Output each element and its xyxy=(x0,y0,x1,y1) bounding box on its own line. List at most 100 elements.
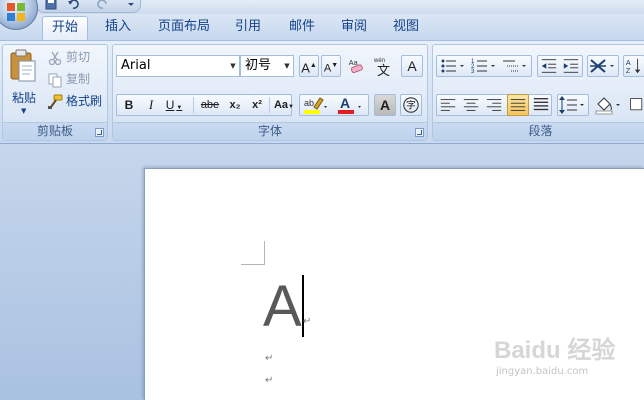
distributed-button[interactable] xyxy=(530,94,552,116)
superscript-button[interactable]: x² xyxy=(246,94,268,116)
font-group: Arial ▼ 初号 ▼ A▲ A▼ Aa wén 文 A B I U ▼ ab… xyxy=(112,44,428,141)
font-size-dropdown-icon[interactable]: ▼ xyxy=(281,56,293,76)
justify-button[interactable] xyxy=(507,94,529,116)
justify-icon xyxy=(510,99,526,111)
phonetic-guide-icon: wén 文 xyxy=(373,58,390,79)
tab-insert[interactable]: 插入 xyxy=(96,16,140,40)
paragraph-group: 1 2 3 A Z 段落 xyxy=(432,44,644,141)
borders-icon xyxy=(630,98,643,111)
undo-icon[interactable] xyxy=(67,0,79,10)
font-size-value: 初号 xyxy=(245,58,272,73)
format-painter-button[interactable]: 格式刷 xyxy=(47,91,102,111)
cut-button[interactable]: 剪切 xyxy=(47,47,90,67)
save-icon[interactable] xyxy=(45,0,57,10)
margin-corner-mark xyxy=(241,241,265,265)
customize-qat-icon[interactable] xyxy=(125,0,137,10)
line-spacing-button[interactable] xyxy=(557,94,589,116)
line-spacing-icon xyxy=(559,96,584,114)
grow-font-button[interactable]: A▲ xyxy=(299,55,319,77)
quick-access-toolbar xyxy=(36,0,141,13)
format-painter-label: 格式刷 xyxy=(66,94,103,108)
increase-indent-button[interactable] xyxy=(560,55,582,77)
paragraph-mark-icon: ↵ xyxy=(303,316,312,327)
subscript-button[interactable]: x₂ xyxy=(224,94,246,116)
tab-view[interactable]: 视图 xyxy=(384,16,428,40)
sort-button[interactable]: A Z xyxy=(623,55,644,77)
highlight-button[interactable]: ab xyxy=(301,94,331,116)
multilevel-list-button[interactable] xyxy=(500,55,530,77)
enclose-characters-button[interactable]: 字 xyxy=(400,94,422,116)
paste-button[interactable]: 粘贴 ▼ xyxy=(7,49,39,119)
shrink-font-button[interactable]: A▼ xyxy=(321,55,341,77)
font-group-label: 字体 xyxy=(113,122,427,140)
svg-text:A: A xyxy=(340,95,350,111)
align-left-button[interactable] xyxy=(437,94,459,116)
ribbon-tabs: 开始 插入 页面布局 引用 邮件 审阅 视图 xyxy=(0,14,644,41)
change-case-label: Aa xyxy=(273,99,289,111)
svg-text:文: 文 xyxy=(377,64,390,77)
format-painter-icon xyxy=(48,94,63,109)
paint-bucket-icon xyxy=(595,97,620,115)
font-name-combo[interactable]: Arial ▼ xyxy=(116,55,240,77)
grow-font-label: A xyxy=(301,60,310,76)
clipboard-group-label: 剪贴板 xyxy=(3,122,107,140)
paste-icon xyxy=(10,49,36,82)
change-case-dropdown-icon[interactable]: ▼ xyxy=(288,104,294,110)
watermark-url: jingyan.baidu.com xyxy=(496,366,589,377)
font-dialog-launcher-icon[interactable] xyxy=(415,128,424,137)
shading-button[interactable] xyxy=(593,94,625,116)
borders-button[interactable] xyxy=(627,94,644,116)
tab-references[interactable]: 引用 xyxy=(226,16,270,40)
clear-formatting-button[interactable]: Aa xyxy=(345,55,367,77)
text-cursor xyxy=(302,275,304,337)
numbering-icon: 1 2 3 xyxy=(471,59,495,75)
paste-label: 粘贴 xyxy=(11,91,36,105)
separator xyxy=(193,97,194,113)
phonetic-guide-button[interactable]: wén 文 xyxy=(371,54,397,79)
paste-dropdown-icon[interactable]: ▼ xyxy=(21,107,26,115)
change-case-button[interactable]: Aa▼ xyxy=(271,94,297,116)
multilevel-list-icon xyxy=(503,60,526,72)
cut-label: 剪切 xyxy=(66,50,91,64)
align-right-button[interactable] xyxy=(483,94,505,116)
bullets-icon xyxy=(441,59,464,73)
watermark-text: Baidu 经验 xyxy=(494,337,616,364)
font-name-value: Arial xyxy=(121,58,151,73)
align-left-icon xyxy=(440,99,456,111)
font-color-bar xyxy=(338,110,354,114)
copy-button[interactable]: 复制 xyxy=(47,69,90,89)
copy-icon xyxy=(48,73,62,87)
document-text[interactable]: A xyxy=(263,271,302,343)
underline-button[interactable]: U ▼ xyxy=(162,94,186,116)
italic-button[interactable]: I xyxy=(140,94,162,116)
strikethrough-button[interactable]: abe xyxy=(197,94,223,116)
character-shading-button[interactable]: A xyxy=(374,94,396,116)
distributed-icon xyxy=(533,98,549,111)
enclose-characters-icon: 字 xyxy=(403,97,419,113)
paragraph-mark-icon: ↵ xyxy=(265,353,274,364)
align-center-button[interactable] xyxy=(460,94,482,116)
numbering-button[interactable]: 1 2 3 xyxy=(469,55,499,77)
paragraph-mark-icon: ↵ xyxy=(265,375,274,386)
font-size-combo[interactable]: 初号 ▼ xyxy=(240,55,294,77)
tab-home[interactable]: 开始 xyxy=(42,16,88,41)
underline-label: U xyxy=(165,98,175,112)
redo-icon[interactable] xyxy=(97,0,109,10)
increase-indent-icon xyxy=(563,59,579,73)
svg-text:字: 字 xyxy=(406,99,416,112)
bullets-button[interactable] xyxy=(438,55,468,77)
highlight-color-bar xyxy=(304,110,320,114)
asian-layout-button[interactable] xyxy=(587,55,619,77)
tab-review[interactable]: 审阅 xyxy=(332,16,376,40)
tab-mailings[interactable]: 邮件 xyxy=(280,16,324,40)
font-name-dropdown-icon[interactable]: ▼ xyxy=(227,56,239,76)
bold-button[interactable]: B xyxy=(118,94,140,116)
clipboard-dialog-launcher-icon[interactable] xyxy=(95,128,104,137)
character-border-button[interactable]: A xyxy=(401,55,423,77)
tab-page-layout[interactable]: 页面布局 xyxy=(152,16,216,40)
sort-icon: A Z xyxy=(626,58,641,75)
character-border-label: A xyxy=(407,58,417,74)
decrease-indent-button[interactable] xyxy=(538,55,560,77)
underline-dropdown-icon[interactable]: ▼ xyxy=(176,105,182,111)
font-color-button[interactable]: A xyxy=(335,94,365,116)
